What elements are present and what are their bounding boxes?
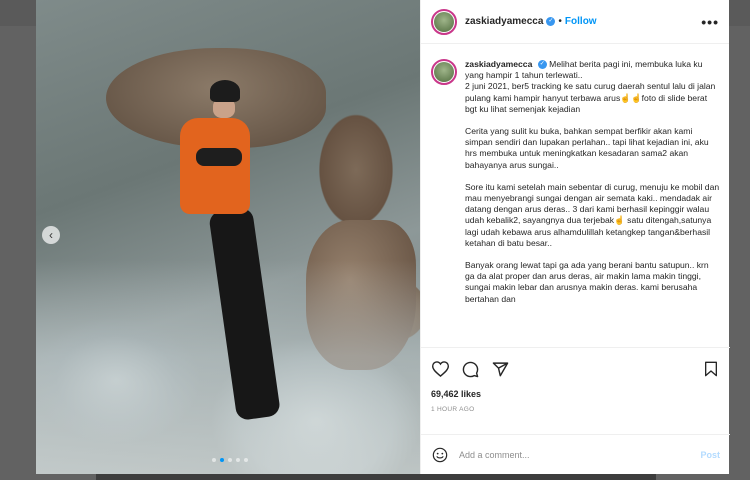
carousel-dot xyxy=(212,458,216,462)
comment-icon[interactable] xyxy=(461,360,479,378)
post-header: zaskiadyamecca ✓ • Follow ••• xyxy=(421,0,729,44)
heart-icon[interactable] xyxy=(431,360,449,378)
carousel-prev-button[interactable]: ‹ xyxy=(42,226,60,244)
caption-paragraph: Banyak orang lewat tapi ga ada yang bera… xyxy=(465,260,709,304)
comment-input[interactable] xyxy=(459,449,701,460)
carousel-dots xyxy=(212,458,248,462)
caption-username[interactable]: zaskiadyamecca xyxy=(465,59,532,69)
carousel-dot-active xyxy=(220,458,224,462)
person-jacket xyxy=(180,118,250,214)
avatar-image xyxy=(434,11,454,32)
emoji-icon[interactable] xyxy=(431,446,449,464)
action-row xyxy=(421,348,730,378)
caption-paragraph: Sore itu kami setelah main sebentar di c… xyxy=(465,181,720,248)
post-sidebar: zaskiadyamecca ✓ • Follow ••• zaskiadyam… xyxy=(420,0,730,474)
separator-dot: • xyxy=(558,16,562,27)
avatar[interactable] xyxy=(431,8,457,35)
person-arms xyxy=(196,148,242,166)
actions-area: 69,462 likes 1 HOUR AGO xyxy=(421,347,730,427)
caption-avatar[interactable] xyxy=(431,59,457,85)
comment-area: Post xyxy=(421,434,730,474)
person-hat xyxy=(210,80,240,102)
backdrop-feed-strip xyxy=(96,474,656,480)
likes-count[interactable]: 69,462 likes xyxy=(421,378,730,399)
post-comment-button[interactable]: Post xyxy=(700,450,720,460)
more-icon[interactable]: ••• xyxy=(701,14,719,30)
carousel-dot xyxy=(228,458,232,462)
follow-button[interactable]: Follow xyxy=(565,16,597,27)
verified-icon: ✓ xyxy=(546,17,556,26)
share-icon[interactable] xyxy=(491,360,509,378)
carousel-dot xyxy=(244,458,248,462)
caption-paragraph: 2 juni 2021, ber5 tracking ke satu curug… xyxy=(465,81,716,114)
carousel-dot xyxy=(236,458,240,462)
verified-icon: ✓ xyxy=(537,60,547,70)
post-photo: ‹ xyxy=(36,0,420,474)
chevron-left-icon: ‹ xyxy=(49,228,53,242)
caption-area: zaskiadyamecca ✓ Melihat berita pagi ini… xyxy=(421,45,730,347)
person-legs xyxy=(208,206,282,422)
caption-paragraph: Cerita yang sulit ku buka, bahkan sempat… xyxy=(465,126,709,170)
person-figure xyxy=(176,80,286,440)
avatar-image xyxy=(434,62,454,82)
bookmark-icon[interactable] xyxy=(702,360,720,378)
username-link[interactable]: zaskiadyamecca xyxy=(465,16,543,27)
caption-text: zaskiadyamecca ✓ Melihat berita pagi ini… xyxy=(465,59,720,347)
post-timestamp: 1 HOUR AGO xyxy=(431,406,475,413)
post-modal: ‹ zaskiadyamecca ✓ • Follow ••• zaskiady… xyxy=(36,0,730,474)
